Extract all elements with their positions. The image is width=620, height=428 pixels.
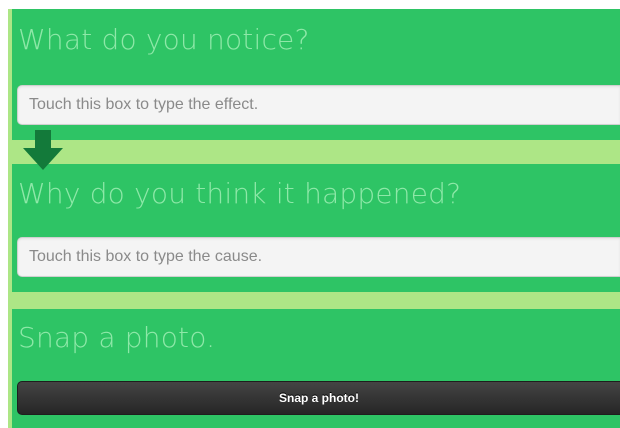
effect-input[interactable] bbox=[17, 85, 620, 125]
photo-section: Snap a photo. Snap a photo! bbox=[12, 309, 620, 428]
snap-photo-button[interactable]: Snap a photo! bbox=[17, 381, 620, 415]
section-divider bbox=[12, 140, 620, 164]
arrow-down-icon bbox=[23, 130, 63, 170]
cause-input[interactable] bbox=[17, 237, 620, 277]
effect-heading: What do you notice? bbox=[18, 23, 310, 56]
photo-heading: Snap a photo. bbox=[18, 321, 216, 354]
effect-section: What do you notice? bbox=[12, 9, 620, 140]
cause-section: Why do you think it happened? bbox=[12, 164, 620, 292]
section-divider bbox=[12, 292, 620, 309]
app-frame: What do you notice? Why do you think it … bbox=[0, 0, 620, 428]
cause-heading: Why do you think it happened? bbox=[18, 177, 462, 210]
